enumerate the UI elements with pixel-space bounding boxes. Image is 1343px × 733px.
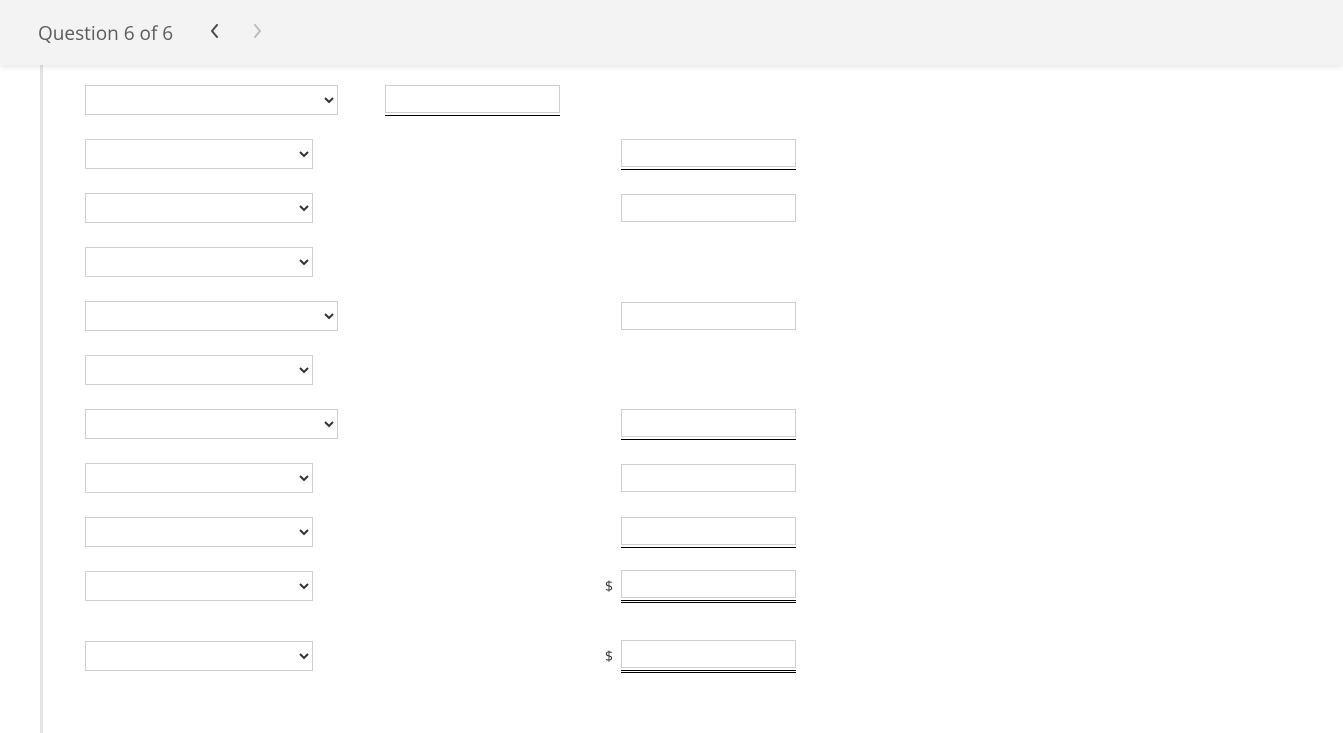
account-select[interactable] (85, 139, 313, 169)
amount-input[interactable] (621, 139, 796, 167)
worksheet-row: $ (85, 569, 863, 603)
account-select[interactable] (85, 641, 313, 671)
currency-symbol: $ (605, 577, 615, 596)
amount-input[interactable] (621, 640, 796, 668)
worksheet-row (85, 83, 863, 117)
content: $$ (0, 65, 1343, 733)
worksheet-row (85, 353, 863, 387)
amount-input[interactable] (621, 464, 796, 492)
amount-input[interactable] (621, 194, 796, 222)
amount-input[interactable] (621, 517, 796, 545)
prev-button[interactable] (201, 19, 229, 47)
worksheet-grid: $$ (43, 65, 863, 733)
worksheet-row: $ (85, 639, 863, 673)
worksheet-row (85, 515, 863, 549)
account-select[interactable] (85, 85, 338, 115)
worksheet-row (85, 407, 863, 441)
chevron-left-icon (210, 23, 220, 43)
account-select[interactable] (85, 193, 313, 223)
worksheet-row (85, 461, 863, 495)
amount-input[interactable] (621, 570, 796, 598)
next-button[interactable] (243, 19, 271, 47)
worksheet-row (85, 137, 863, 171)
worksheet-row (85, 191, 863, 225)
account-select[interactable] (85, 355, 313, 385)
worksheet-row (85, 299, 863, 333)
account-select[interactable] (85, 301, 338, 331)
account-select[interactable] (85, 247, 313, 277)
amount-input[interactable] (621, 302, 796, 330)
top-bar: Question 6 of 6 (0, 0, 1343, 65)
account-select[interactable] (85, 571, 313, 601)
account-select[interactable] (85, 463, 313, 493)
amount-input[interactable] (385, 85, 560, 113)
amount-input[interactable] (621, 409, 796, 437)
question-label: Question 6 of 6 (38, 20, 173, 46)
account-select[interactable] (85, 517, 313, 547)
worksheet-row (85, 245, 863, 279)
account-select[interactable] (85, 409, 338, 439)
chevron-right-icon (252, 23, 262, 43)
currency-symbol: $ (605, 647, 615, 666)
